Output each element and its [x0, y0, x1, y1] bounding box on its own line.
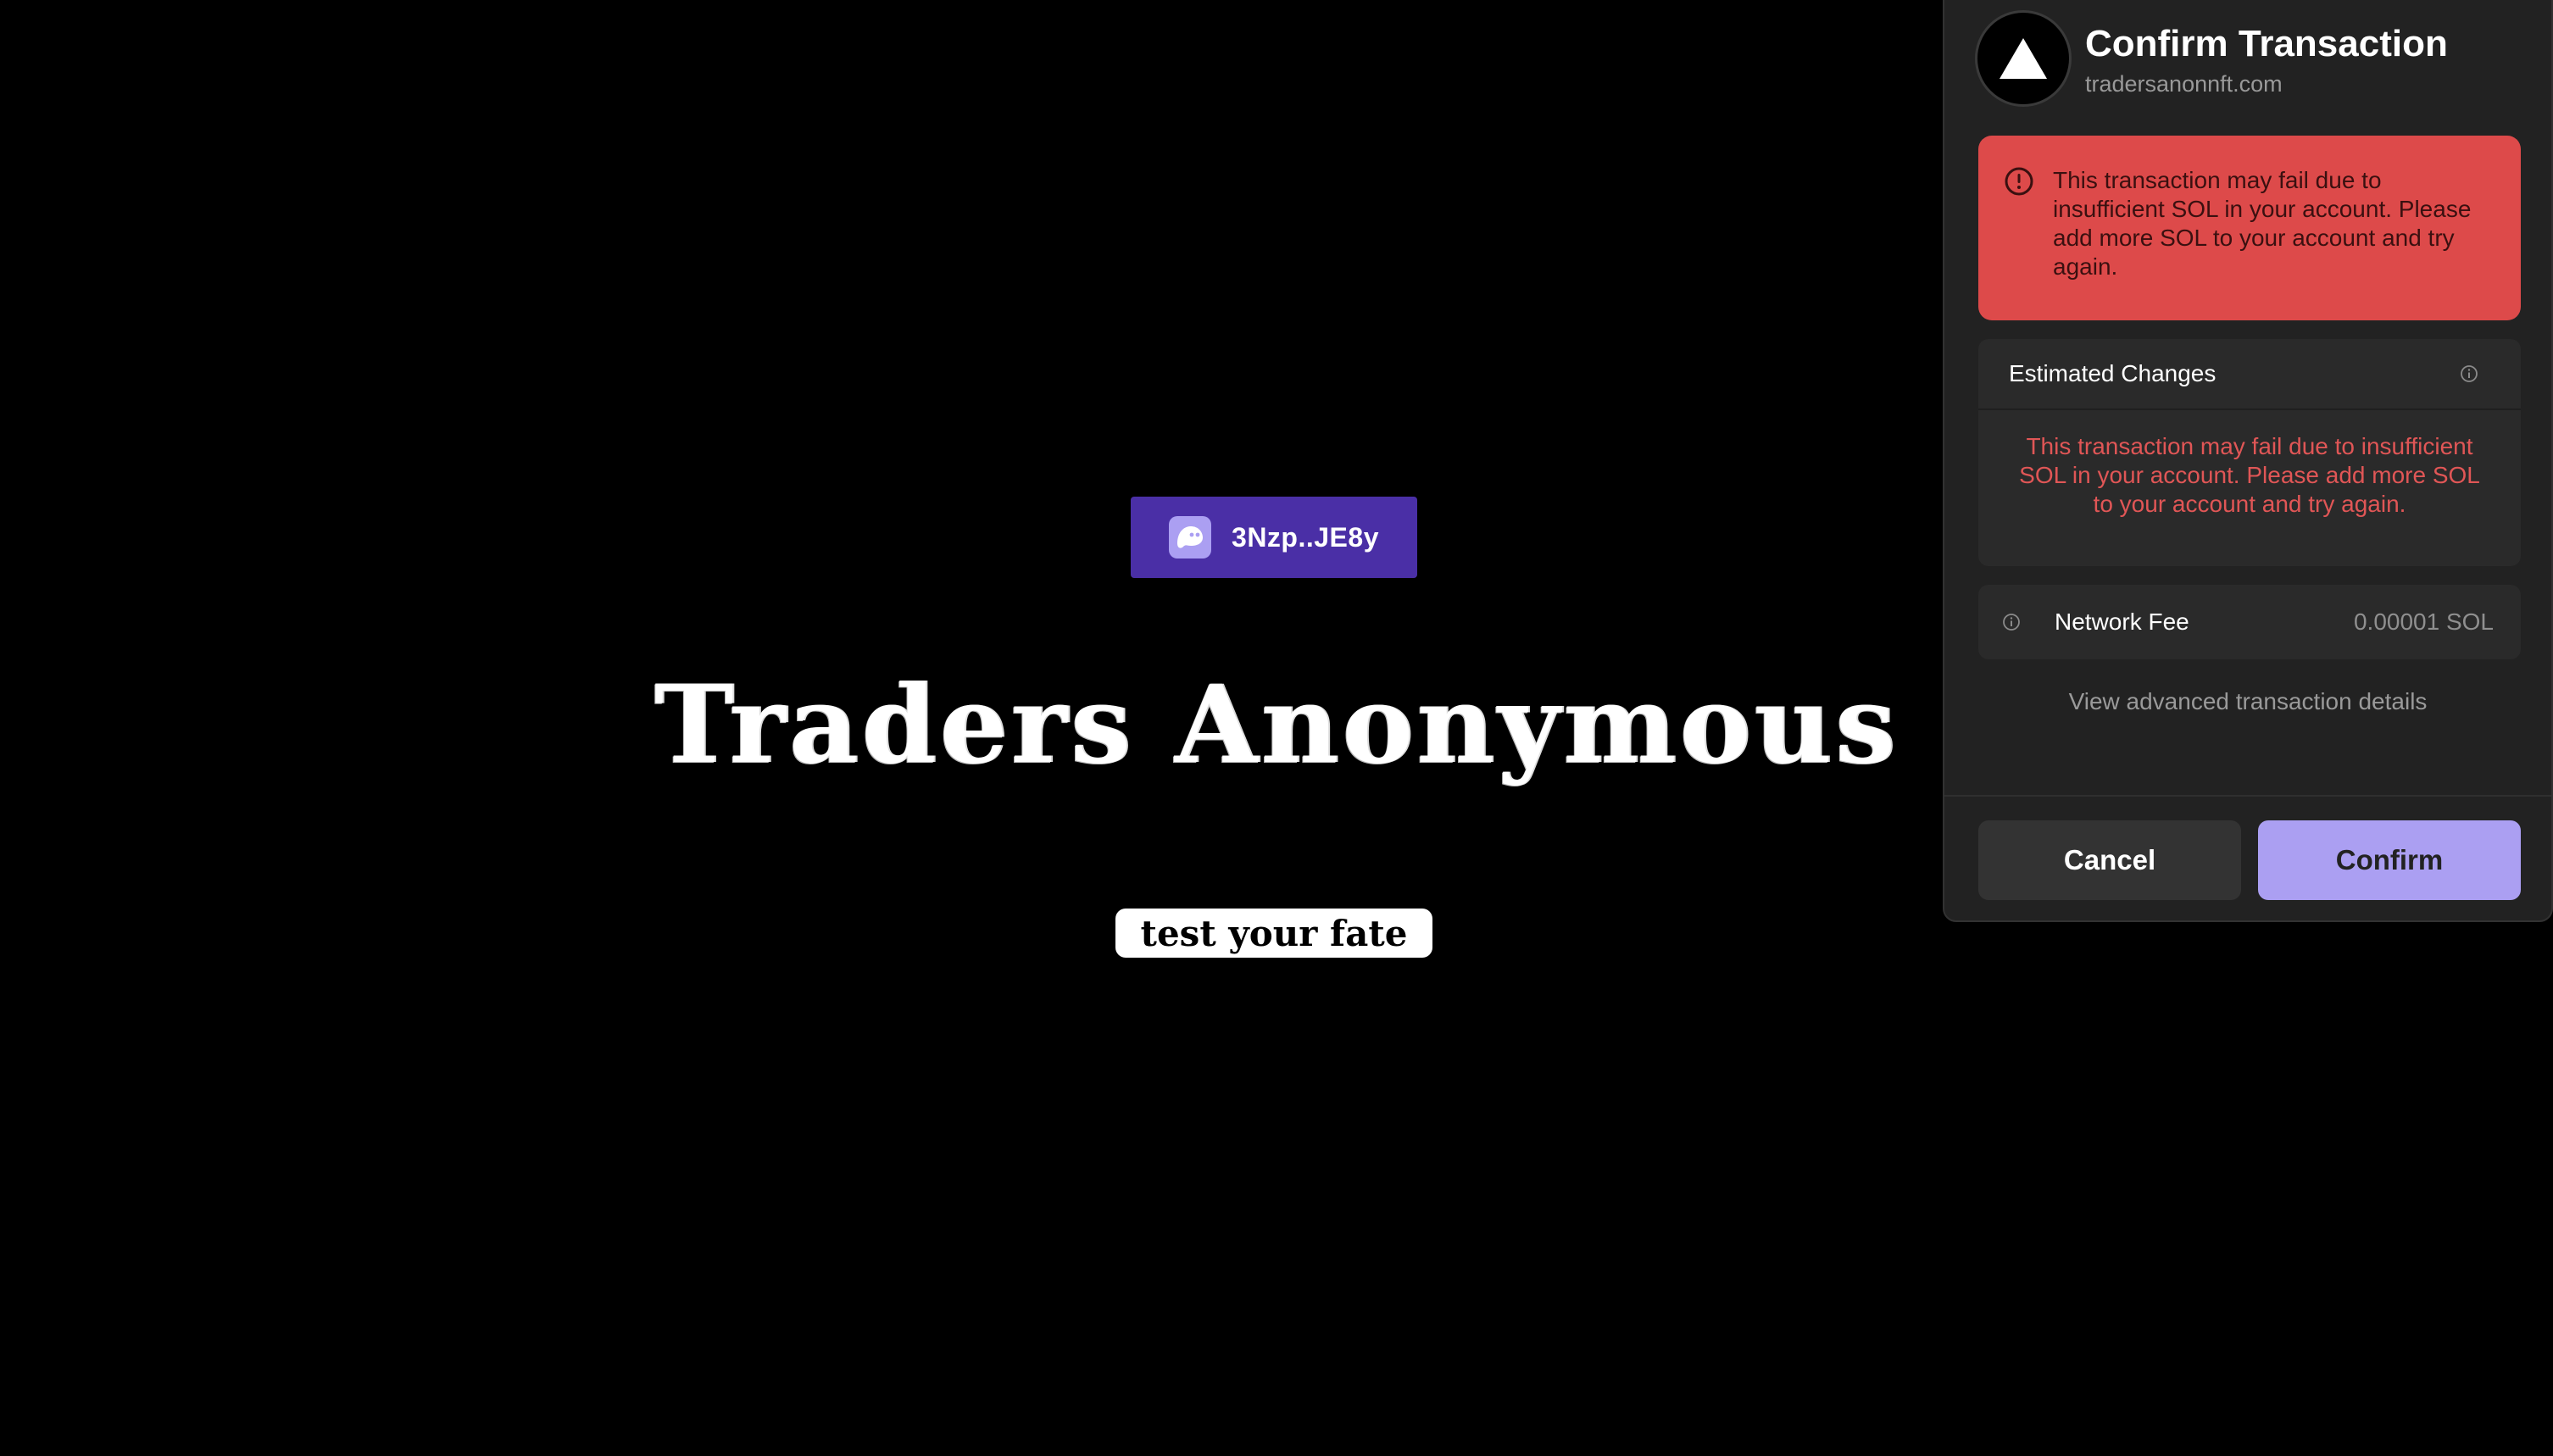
- network-fee-value: 0.00001 SOL: [2353, 609, 2494, 635]
- triangle-icon: [2000, 38, 2047, 79]
- estimated-changes-message: This transaction may fail due to insuffi…: [2019, 433, 2480, 517]
- network-fee-row: Network Fee 0.00001 SOL: [1978, 585, 2521, 659]
- tagline-button[interactable]: test your fate: [1115, 909, 1432, 958]
- wallet-connect-button[interactable]: 3Nzp..JE8y: [1131, 497, 1417, 578]
- info-icon[interactable]: [2460, 364, 2478, 383]
- cancel-button[interactable]: Cancel: [1978, 820, 2241, 900]
- popup-title: Confirm Transaction: [2085, 22, 2448, 64]
- insufficient-funds-alert: This transaction may fail due to insuffi…: [1978, 136, 2521, 320]
- site-origin: tradersanonnft.com: [2085, 70, 2283, 97]
- confirm-button[interactable]: Confirm: [2258, 820, 2521, 900]
- popup-header: Confirm Transaction tradersanonnft.com: [1975, 10, 2448, 107]
- network-fee-label: Network Fee: [2055, 609, 2189, 635]
- wallet-address: 3Nzp..JE8y: [1232, 521, 1379, 553]
- advanced-details-link[interactable]: View advanced transaction details: [1944, 688, 2551, 715]
- info-icon[interactable]: [2002, 613, 2021, 631]
- ghost-icon: [1169, 516, 1212, 559]
- estimated-changes-panel: Estimated Changes This transaction may f…: [1978, 339, 2521, 566]
- footer-divider: [1944, 795, 2551, 797]
- estimated-changes-title: Estimated Changes: [2009, 360, 2216, 386]
- estimated-changes-header: Estimated Changes: [1978, 339, 2521, 410]
- exclamation-circle-icon: [2005, 167, 2033, 196]
- confirm-transaction-popup: Confirm Transaction tradersanonnft.com T…: [1943, 0, 2553, 922]
- site-avatar: [1975, 10, 2072, 107]
- alert-message: This transaction may fail due to insuffi…: [2053, 167, 2472, 280]
